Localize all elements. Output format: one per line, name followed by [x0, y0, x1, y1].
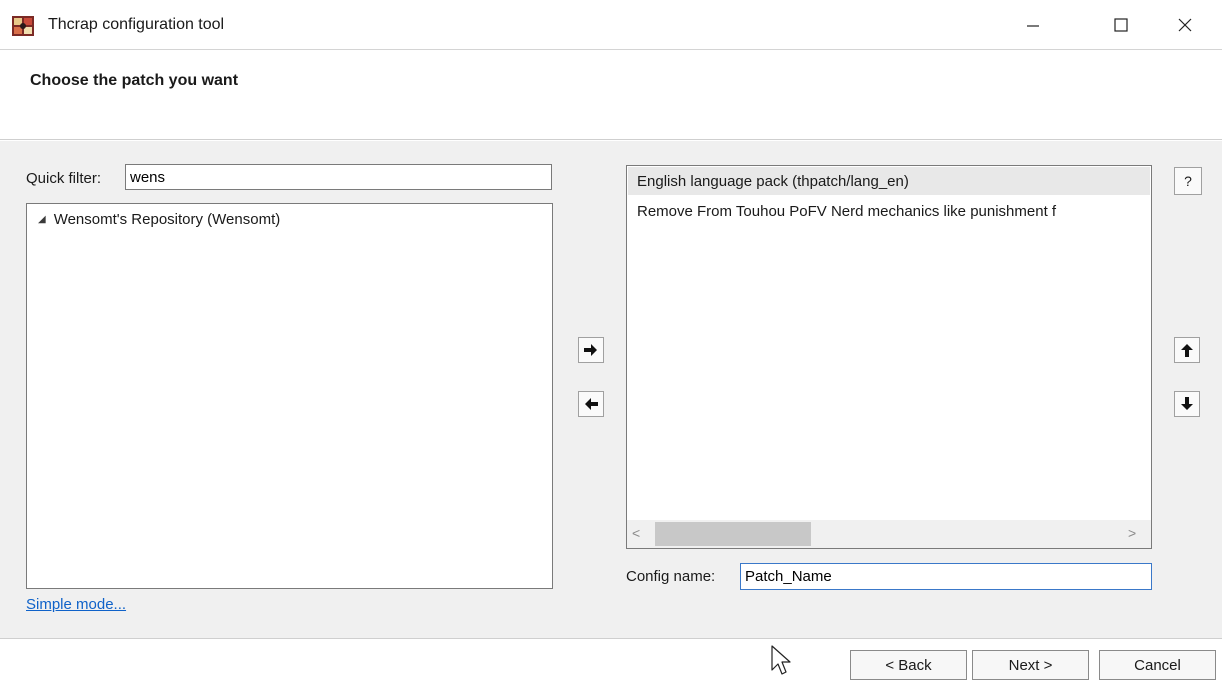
list-item[interactable]: Remove From Touhou PoFV Nerd mechanics l… — [628, 197, 1150, 225]
tree-item-repository[interactable]: ◢ Wensomt's Repository (Wensomt) — [38, 211, 280, 228]
window-title: Thcrap configuration tool — [48, 16, 225, 33]
next-button[interactable]: Next > — [972, 650, 1089, 680]
arrow-up-icon — [1181, 344, 1193, 357]
remove-patch-button[interactable] — [578, 391, 604, 417]
scrollbar-thumb[interactable] — [655, 522, 811, 546]
maximize-button[interactable] — [1084, 0, 1158, 50]
tree-item-label: Wensomt's Repository (Wensomt) — [53, 211, 281, 228]
scroll-left-icon[interactable]: < — [632, 525, 640, 541]
config-name-input[interactable] — [740, 563, 1152, 590]
scroll-right-icon[interactable]: > — [1128, 525, 1136, 541]
move-up-button[interactable] — [1174, 337, 1200, 363]
help-button[interactable]: ? — [1174, 167, 1202, 195]
quick-filter-label: Quick filter: — [26, 170, 102, 187]
simple-mode-link[interactable]: Simple mode... — [26, 596, 126, 613]
back-button[interactable]: < Back — [850, 650, 967, 680]
arrow-left-icon — [585, 398, 598, 410]
add-patch-button[interactable] — [578, 337, 604, 363]
move-down-button[interactable] — [1174, 391, 1200, 417]
expand-triangle-icon[interactable]: ◢ — [38, 214, 46, 225]
list-item[interactable]: English language pack (thpatch/lang_en) — [628, 167, 1150, 195]
maximize-icon — [1114, 18, 1128, 32]
minimize-button[interactable] — [996, 0, 1070, 50]
repository-tree[interactable] — [26, 203, 553, 589]
page-heading: Choose the patch you want — [30, 72, 239, 89]
mouse-pointer-icon — [771, 645, 791, 675]
wizard-header — [0, 51, 1222, 140]
arrow-down-icon — [1181, 397, 1193, 410]
thcrap-app-icon — [12, 16, 34, 36]
selected-patches-list[interactable]: English language pack (thpatch/lang_en) … — [626, 165, 1152, 549]
config-name-label: Config name: — [626, 568, 716, 585]
minimize-icon — [1027, 25, 1039, 27]
arrow-right-icon — [584, 344, 597, 356]
close-icon — [1178, 18, 1192, 32]
cancel-button[interactable]: Cancel — [1099, 650, 1216, 680]
close-button[interactable] — [1148, 0, 1222, 50]
quick-filter-input[interactable] — [125, 164, 552, 190]
